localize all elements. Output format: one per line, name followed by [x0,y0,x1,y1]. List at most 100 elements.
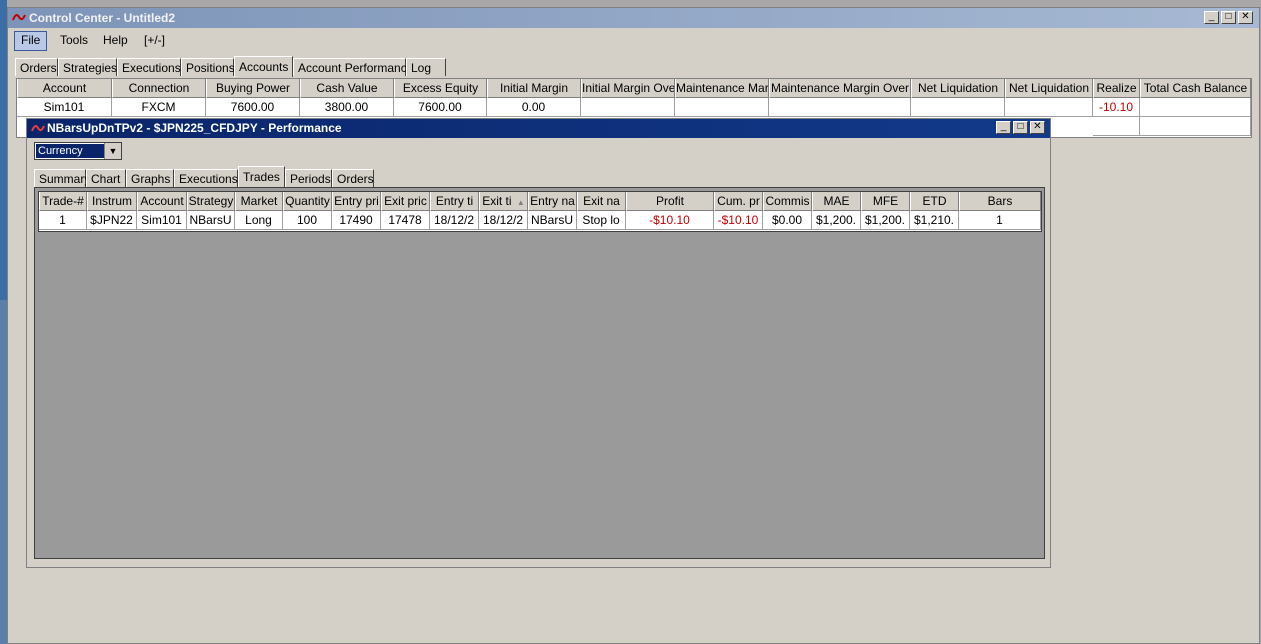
tab-graphs[interactable]: Graphs [126,169,174,187]
minimize-button[interactable]: _ [1204,11,1219,24]
minimize-button[interactable]: _ [996,121,1011,134]
maximize-button[interactable]: □ [1013,121,1028,134]
col-mae[interactable]: MAE [812,192,861,211]
tab-strategies[interactable]: Strategies [58,58,117,76]
col-mfe[interactable]: MFE [861,192,910,211]
col-net-liquidation[interactable]: Net Liquidation [911,79,1005,98]
col-trade-number[interactable]: Trade-# [39,192,87,211]
cell-quantity: 100 [283,211,332,230]
cell-initial-margin: 0.00 [487,98,581,117]
col-exit-time[interactable]: Exit ti ▲ [479,192,528,211]
cell-cum-profit: -$10.10 [714,211,763,230]
tab-accounts[interactable]: Accounts [234,56,293,77]
tab-executions[interactable]: Executions [174,169,238,187]
minimize-icon: _ [1208,11,1215,22]
col-cum-profit[interactable]: Cum. pr [714,192,763,211]
cell-exit-time: 18/12/2 [479,211,528,230]
close-button[interactable]: ✕ [1238,11,1253,24]
cell-account: Sim101 [137,211,187,230]
cell-total-cash-balance [1140,98,1251,117]
maximize-icon: □ [1225,11,1232,22]
maximize-button[interactable]: □ [1221,11,1236,24]
cell-buying-power: 7600.00 [206,98,300,117]
cell-account: Sim101 [17,98,112,117]
col-exit-time-label: Exit ti [482,194,512,208]
col-initial-margin[interactable]: Initial Margin [487,79,581,98]
cell-cash-value: 3800.00 [300,98,394,117]
col-realized[interactable]: Realize [1093,79,1140,98]
tab-positions[interactable]: Positions [181,58,235,76]
sort-ascending-icon: ▲ [516,198,525,207]
col-strategy[interactable]: Strategy [187,192,235,211]
col-entry-name[interactable]: Entry na [528,192,577,211]
col-account[interactable]: Account [137,192,187,211]
cell-realized: -10.10 [1093,98,1140,117]
col-net-liquidation-2[interactable]: Net Liquidation [1005,79,1093,98]
tab-trades[interactable]: Trades [238,166,285,187]
col-cash-value[interactable]: Cash Value [300,79,394,98]
performance-title: NBarsUpDnTPv2 - $JPN225_CFDJPY - Perform… [47,121,342,135]
col-etd[interactable]: ETD [910,192,959,211]
menu-file[interactable]: File [14,31,48,51]
cell-excess-equity: 7600.00 [394,98,487,117]
minimize-icon: _ [1000,121,1007,132]
trades-grid: Trade-# Instrum Account Strategy Market … [38,191,1042,232]
cell-profit: -$10.10 [626,211,714,230]
close-button[interactable]: ✕ [1030,121,1045,134]
empty-cell [1093,117,1140,136]
performance-title-bar[interactable]: NBarsUpDnTPv2 - $JPN225_CFDJPY - Perform… [27,119,1050,138]
tab-periods[interactable]: Periods [285,169,332,187]
window-title: Control Center - Untitled2 [29,11,175,25]
menu-bar: File Tools Help [+/-] [8,29,1259,51]
cell-trade-number: 1 [39,211,87,230]
col-instrument[interactable]: Instrum [87,192,137,211]
tab-account-performance[interactable]: Account Performance [293,58,413,76]
cell-instrument: $JPN22 [87,211,137,230]
col-connection[interactable]: Connection [112,79,206,98]
cell-strategy: NBarsU [187,211,235,230]
cell-exit-price: 17478 [381,211,430,230]
tab-orders[interactable]: Orders [15,58,58,76]
cell-maintenance-margin-over [769,98,911,117]
dropdown-arrow-icon[interactable]: ▼ [104,143,121,159]
cell-commission: $0.00 [763,211,812,230]
tab-summary[interactable]: Summary [34,169,90,187]
app-logo-icon [12,14,26,21]
col-profit[interactable]: Profit [626,192,714,211]
col-quantity[interactable]: Quantity [283,192,332,211]
tab-log[interactable]: Log [406,58,446,76]
control-center-title-bar[interactable]: Control Center - Untitled2 _ □ ✕ [8,8,1259,28]
cell-entry-price: 17490 [332,211,381,230]
close-icon: ✕ [1033,121,1042,132]
menu-toggle[interactable]: [+/-] [138,31,171,49]
col-exit-name[interactable]: Exit na [577,192,626,211]
cell-entry-time: 18/12/2 [430,211,479,230]
menu-tools[interactable]: Tools [54,31,94,49]
col-entry-time[interactable]: Entry ti [430,192,479,211]
empty-cell [1140,117,1251,136]
display-mode-value: Currency [36,144,106,158]
cell-initial-margin-over [581,98,675,117]
col-initial-margin-over[interactable]: Initial Margin Ove [581,79,675,98]
col-commission[interactable]: Commis [763,192,812,211]
cell-entry-name: NBarsU [528,211,577,230]
col-maintenance-margin-over[interactable]: Maintenance Margin Over [769,79,911,98]
col-account[interactable]: Account [17,79,112,98]
cell-market: Long [235,211,283,230]
menu-help[interactable]: Help [97,31,134,49]
col-buying-power[interactable]: Buying Power [206,79,300,98]
col-entry-price[interactable]: Entry pri [332,192,381,211]
col-market[interactable]: Market [235,192,283,211]
col-total-cash-balance[interactable]: Total Cash Balance [1140,79,1251,98]
tab-orders[interactable]: Orders [332,169,374,187]
cell-etd: $1,210. [910,211,959,230]
performance-window: NBarsUpDnTPv2 - $JPN225_CFDJPY - Perform… [26,118,1051,568]
col-bars[interactable]: Bars [959,192,1041,211]
cell-mae: $1,200. [812,211,861,230]
tab-executions[interactable]: Executions [117,58,181,76]
col-exit-price[interactable]: Exit pric [381,192,430,211]
col-maintenance-margin[interactable]: Maintenance Mar [675,79,769,98]
tab-chart[interactable]: Chart [86,169,126,187]
col-excess-equity[interactable]: Excess Equity [394,79,487,98]
display-mode-select[interactable]: Currency ▼ [34,142,122,160]
